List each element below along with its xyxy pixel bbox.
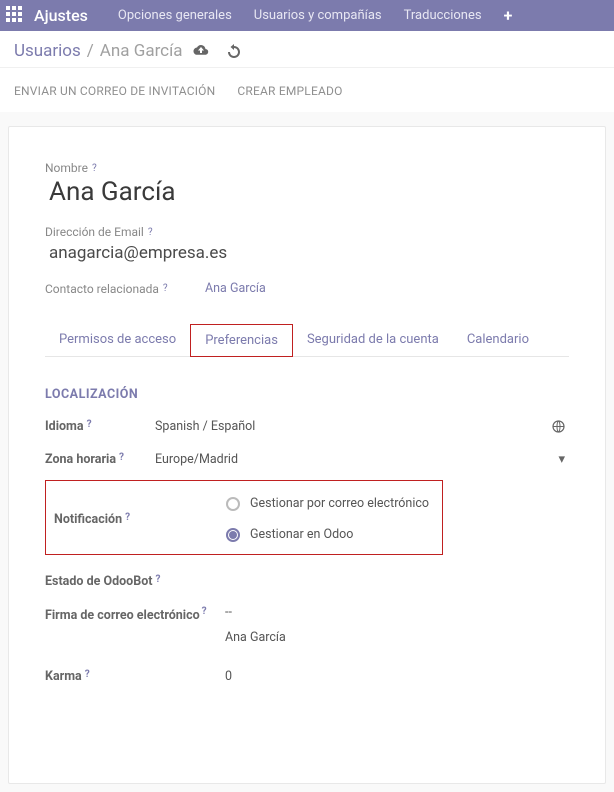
menu-translations[interactable]: Traducciones (394, 8, 492, 23)
karma-label: Karma? (45, 669, 225, 684)
breadcrumb: Usuarios / Ana García (0, 31, 614, 68)
notification-option-odoo-label: Gestionar en Odoo (250, 527, 353, 542)
notification-help-icon[interactable]: ? (125, 512, 130, 523)
top-menu-bar: Ajustes Opciones generales Usuarios y co… (0, 0, 614, 31)
odoobot-row: Estado de OdooBot? (45, 565, 569, 598)
app-brand[interactable]: Ajustes (34, 6, 88, 25)
related-contact-label: Contacto relacionada? (45, 282, 205, 296)
signature-row: Firma de correo electrónico? -- Ana Garc… (45, 598, 569, 652)
create-employee-button[interactable]: CREAR EMPLEADO (237, 84, 342, 98)
tab-account-security[interactable]: Seguridad de la cuenta (293, 324, 453, 356)
related-contact-link[interactable]: Ana García (205, 281, 266, 296)
notification-label: Notificación? (54, 512, 164, 527)
name-label: Nombre? (45, 161, 569, 175)
radio-icon (226, 497, 240, 511)
radio-icon-checked (226, 528, 240, 542)
notification-highlight: Notificación? Gestionar por correo elect… (45, 480, 443, 555)
language-select[interactable]: Spanish / Español (155, 419, 569, 434)
timezone-label: Zona horaria? (45, 452, 155, 467)
discard-icon[interactable] (227, 44, 241, 58)
notification-option-odoo[interactable]: Gestionar en Odoo (226, 527, 429, 542)
signature-label: Firma de correo electrónico? (45, 605, 225, 625)
timezone-help-icon[interactable]: ? (119, 452, 124, 463)
form-card: Nombre? Ana García Dirección de Email? a… (8, 126, 606, 784)
menu-general-options[interactable]: Opciones generales (108, 8, 242, 23)
related-contact-help-icon[interactable]: ? (163, 283, 168, 294)
breadcrumb-current: Ana García (100, 41, 183, 61)
email-label: Dirección de Email? (45, 225, 569, 239)
odoobot-label: Estado de OdooBot? (45, 574, 225, 589)
karma-value[interactable]: 0 (225, 669, 569, 684)
timezone-row: Zona horaria? Europe/Madrid ▾ (45, 443, 569, 476)
apps-icon[interactable] (6, 6, 26, 26)
send-invite-button[interactable]: ENVIAR UN CORREO DE INVITACIÓN (14, 84, 215, 98)
notification-radio-group: Gestionar por correo electrónico Gestion… (226, 496, 429, 542)
notification-option-email[interactable]: Gestionar por correo electrónico (226, 496, 429, 511)
breadcrumb-parent[interactable]: Usuarios (14, 41, 81, 61)
tab-calendar[interactable]: Calendario (453, 324, 543, 356)
karma-help-icon[interactable]: ? (85, 669, 90, 680)
name-help-icon[interactable]: ? (92, 163, 97, 174)
language-help-icon[interactable]: ? (87, 419, 92, 430)
tab-access-permissions[interactable]: Permisos de acceso (45, 324, 190, 356)
content-area: Nombre? Ana García Dirección de Email? a… (0, 112, 614, 792)
signature-value[interactable]: -- Ana García (225, 605, 286, 645)
add-menu-icon[interactable]: + (494, 6, 523, 25)
tabs: Permisos de acceso Preferencias Segurida… (45, 324, 569, 357)
language-row: Idioma? Spanish / Español (45, 410, 569, 443)
language-label: Idioma? (45, 419, 155, 434)
localization-section-title: LOCALIZACIÓN (45, 387, 569, 402)
signature-help-icon[interactable]: ? (202, 606, 207, 617)
email-help-icon[interactable]: ? (148, 227, 153, 238)
action-bar: ENVIAR UN CORREO DE INVITACIÓN CREAR EMP… (0, 68, 614, 112)
tab-preferences[interactable]: Preferencias (190, 324, 293, 357)
cloud-save-icon[interactable] (193, 44, 209, 58)
odoobot-help-icon[interactable]: ? (156, 574, 161, 585)
email-value[interactable]: anagarcia@empresa.es (49, 243, 569, 263)
breadcrumb-separator: / (87, 41, 94, 61)
menu-users-companies[interactable]: Usuarios y compañías (244, 8, 392, 23)
caret-down-icon[interactable]: ▾ (558, 452, 565, 467)
notification-option-email-label: Gestionar por correo electrónico (250, 496, 429, 511)
globe-icon[interactable] (552, 420, 565, 433)
timezone-select[interactable]: Europe/Madrid (155, 452, 569, 467)
karma-row: Karma? 0 (45, 660, 569, 693)
name-value[interactable]: Ana García (49, 177, 569, 207)
